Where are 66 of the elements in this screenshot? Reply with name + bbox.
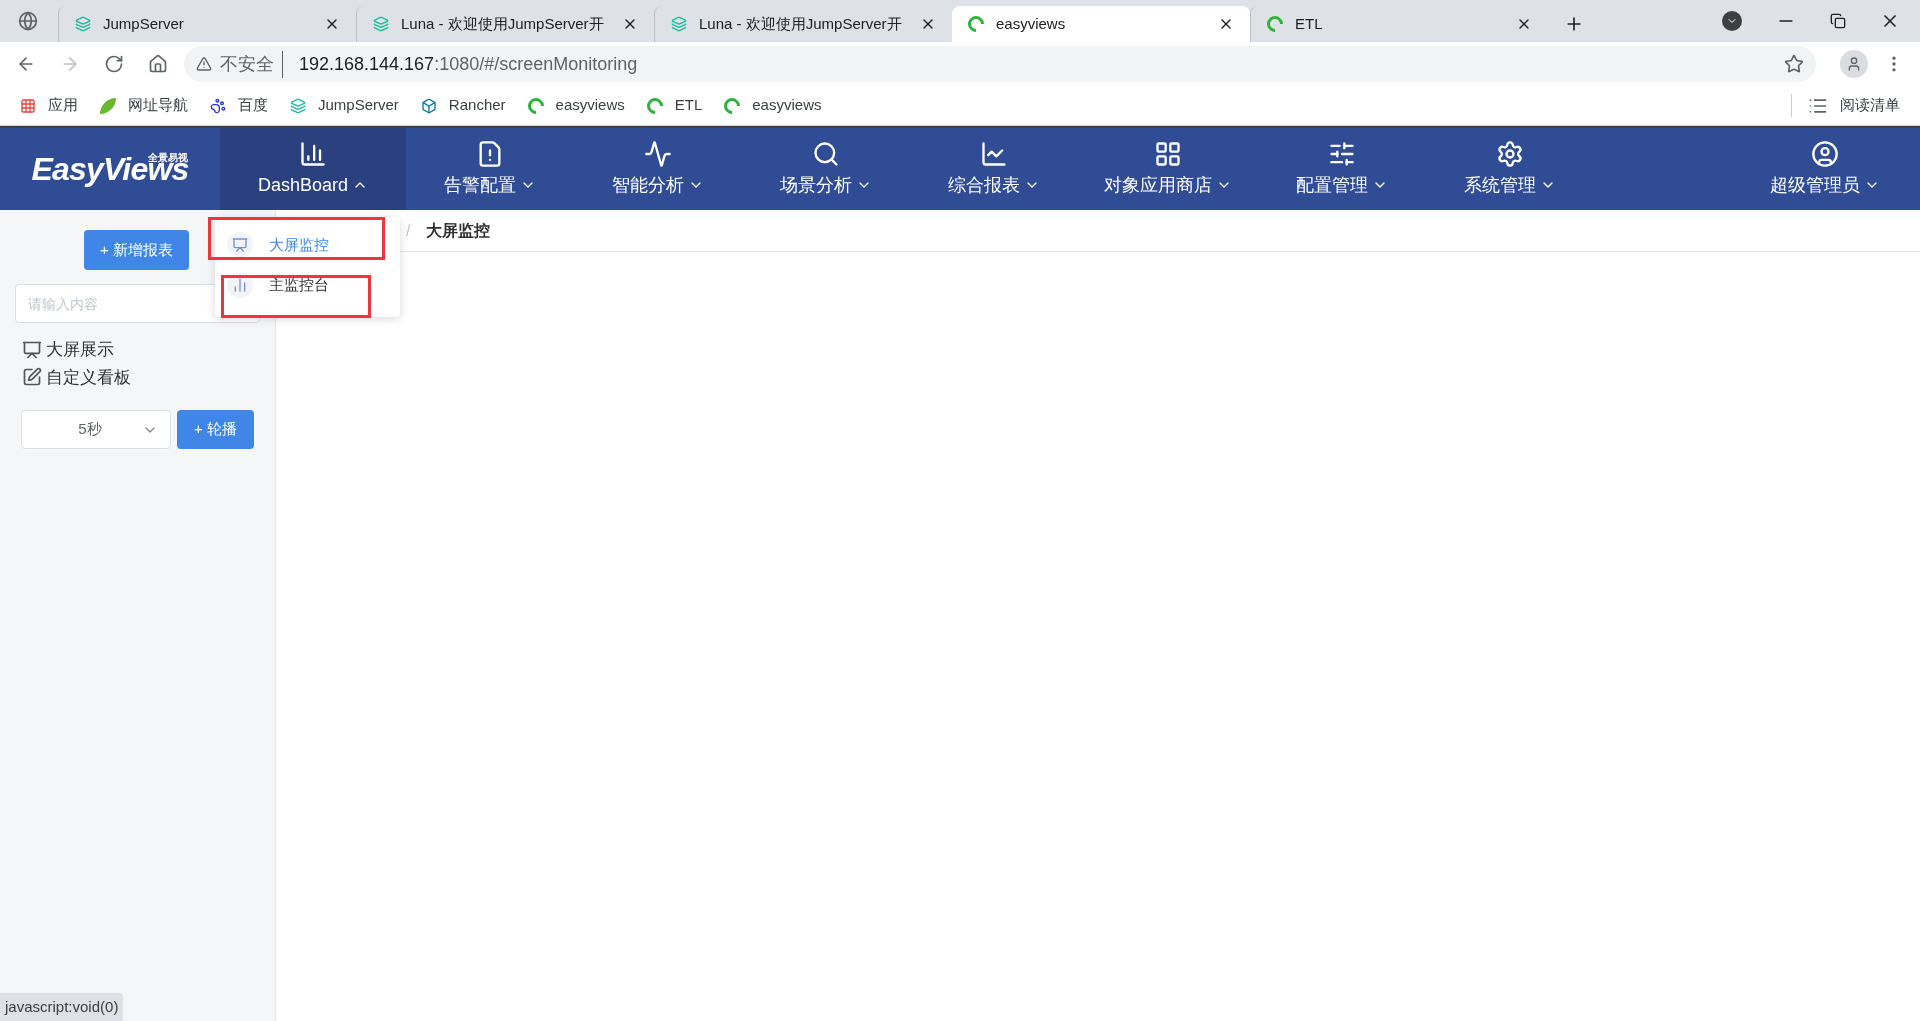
bookmark-link[interactable]: easyviews [724,94,822,117]
bookmark-link[interactable]: ETL [646,94,703,117]
user-menu[interactable]: 超级管理员 [1770,128,1920,210]
browser-tab[interactable]: Luna - 欢迎使用JumpServer开 [356,6,654,42]
tab-search-icon[interactable] [1722,11,1742,31]
grid-icon [20,97,36,114]
browser-tab[interactable]: JumpServer [58,6,356,42]
tab-title: ETL [1295,13,1324,34]
sidebar-item[interactable]: 大屏展示 [22,337,260,363]
profile-icon[interactable] [1840,50,1868,78]
sidebar-item[interactable]: 自定义看板 [22,364,260,390]
restore-icon[interactable] [1830,13,1846,29]
monitor-icon [232,237,248,253]
leaf-icon [100,97,116,114]
nav-menu-item[interactable]: 配置管理 [1258,128,1427,210]
url-text: 192.168.144.167:1080/#/screenMonitoring [299,52,638,76]
layers-icon [75,16,91,32]
tab-title: easyviews [996,13,1067,34]
search-icon [812,139,841,168]
warning-icon [196,56,212,72]
nav-menu-item[interactable]: 场景分析 [742,128,911,210]
user-icon [1811,139,1839,168]
grid-icon [1154,139,1183,168]
tab-title: Luna - 欢迎使用JumpServer开 [699,13,903,34]
browser-tab[interactable]: ETL [1250,6,1548,42]
bookmark-link[interactable]: 百度 [210,94,268,117]
gear-icon [1496,139,1525,168]
bar-chart-icon [299,139,328,168]
monitor-icon [22,339,42,360]
layers-icon [671,16,687,32]
home-icon[interactable] [148,54,168,74]
nav-menu-item[interactable]: 智能分析 [574,128,743,210]
nav-menu-item[interactable]: DashBoard [220,128,407,210]
pulse-icon [644,139,673,168]
status-bar: javascript:void(0) [0,993,124,1021]
bookmark-link[interactable]: JumpServer [290,94,399,117]
bookmark-link[interactable]: Rancher [420,94,506,117]
layers-icon [290,97,306,114]
layers-icon [373,16,389,32]
nav-menu-item[interactable]: 告警配置 [406,128,575,210]
security-label: 不安全 [220,50,283,78]
globe-icon [18,11,38,31]
nav-menu-item[interactable]: 综合报表 [910,128,1079,210]
nav-menu-item[interactable]: 对象应用商店 [1078,128,1259,210]
tab-title: Luna - 欢迎使用JumpServer开 [401,13,605,34]
sliders-icon [1328,139,1357,168]
reload-icon[interactable] [104,54,124,74]
reading-list-button[interactable]: 阅读清单 [1791,94,1900,117]
nav-menu-item[interactable]: 系统管理 [1426,128,1595,210]
bookmark-link[interactable]: 网址导航 [100,94,188,117]
paw-icon [210,97,226,114]
bookmark-star-icon[interactable] [1784,54,1804,74]
bookmark-link[interactable]: easyviews [527,94,625,117]
address-bar[interactable]: 不安全 192.168.144.167:1080/#/screenMonitoring [184,46,1816,82]
dropdown-item[interactable]: 大屏监控 [215,225,400,265]
carousel-button[interactable]: + 轮播 [177,410,254,449]
breadcrumb-current: 大屏监控 [426,220,491,241]
breadcrumb-separator: / [406,220,411,241]
edit-icon [22,367,42,388]
bar-chart-icon [232,277,248,293]
interval-select[interactable]: 5秒 [21,410,171,449]
add-report-button[interactable]: + 新增报表 [84,230,189,270]
browser-tab[interactable]: easyviews [952,6,1250,42]
line-chart-icon [980,139,1009,168]
tab-title: JumpServer [103,13,185,34]
bookmark-link[interactable]: 应用 [20,94,78,117]
